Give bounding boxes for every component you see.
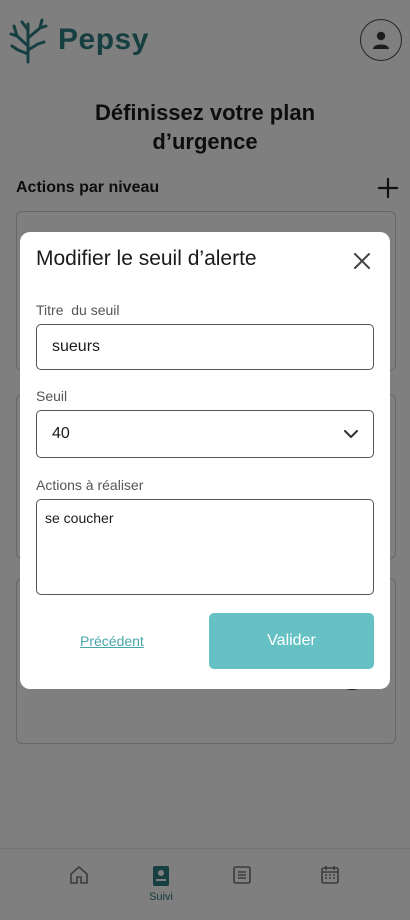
threshold-label: Seuil [36, 388, 68, 404]
threshold-select[interactable]: 40 [36, 410, 374, 458]
actions-label: Actions à réaliser [36, 477, 144, 493]
close-button[interactable] [350, 249, 374, 273]
edit-threshold-dialog: Modifier le seuil d’alerte Titre du seui… [20, 232, 390, 689]
dialog-title: Modifier le seuil d’alerte [36, 247, 257, 270]
threshold-select-value: 40 [52, 425, 70, 442]
close-icon [354, 253, 370, 269]
actions-textarea[interactable]: se coucher [36, 499, 374, 595]
previous-link[interactable]: Précédent [80, 633, 144, 649]
threshold-title-label: Titre du seuil [36, 302, 120, 318]
threshold-title-input[interactable] [36, 324, 374, 370]
chevron-down-icon [344, 429, 358, 438]
submit-button[interactable]: Valider [209, 613, 374, 669]
